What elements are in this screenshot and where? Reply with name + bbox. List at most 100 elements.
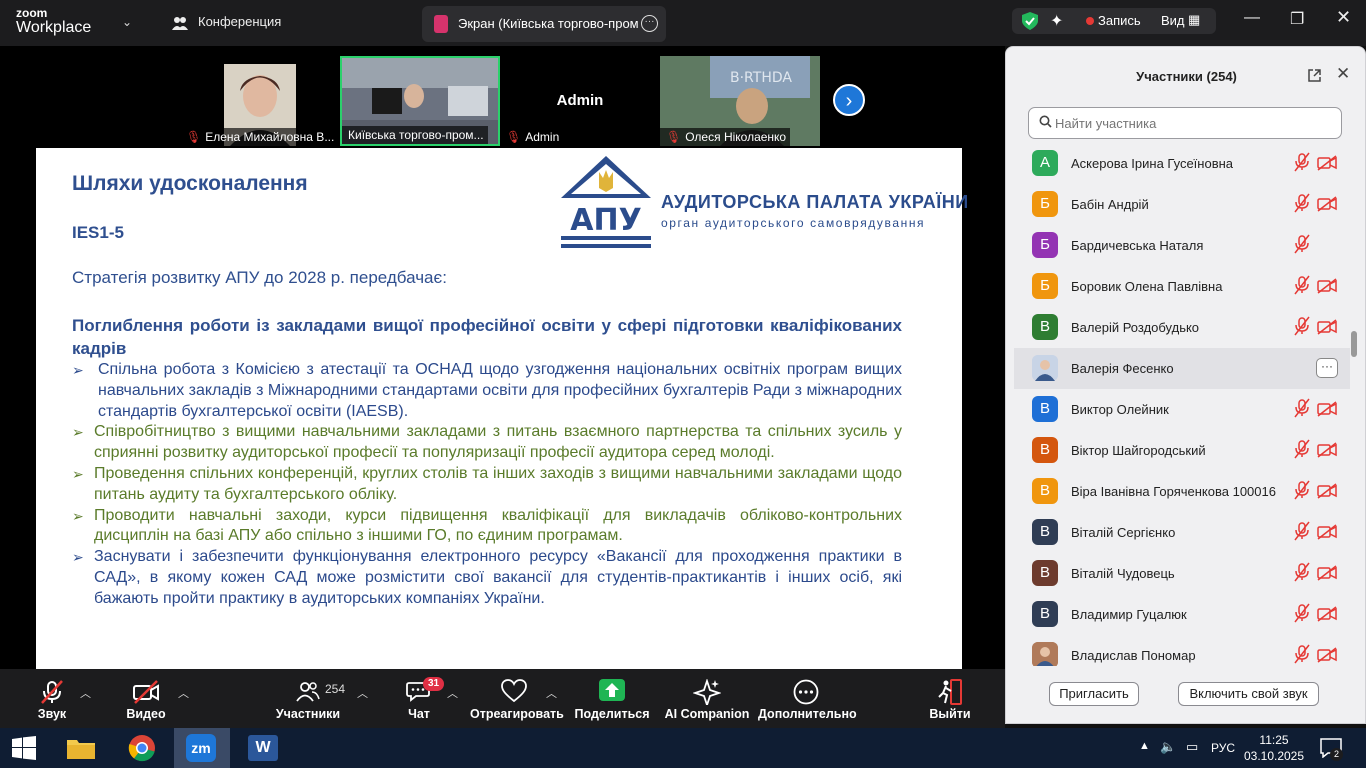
mic-muted-icon[interactable] [1294,234,1310,254]
leave-label: Выйти [929,707,971,721]
camera-off-icon[interactable] [1317,278,1337,294]
participants-panel: Участники (254) ✕ ААскерова Ірина Гусеїн… [1005,46,1366,724]
react-button[interactable]: Отреагировать [470,669,564,728]
close-panel-icon[interactable]: ✕ [1336,64,1350,84]
conference-menu[interactable]: Конференция [198,14,281,29]
video-options-caret-icon[interactable]: ︿ [178,685,189,701]
view-button[interactable]: Вид [1161,13,1185,28]
participant-row[interactable]: Владислав Пономар [1014,635,1350,666]
arrow-bullet-icon: ➢ [72,424,84,441]
camera-off-icon[interactable] [1317,196,1337,212]
video-tile[interactable]: B·RTHDA 🎙 Олеся Ніколаенко [660,56,820,146]
camera-off-icon[interactable] [1317,155,1337,171]
tile-name: Admin [525,130,560,144]
mic-muted-icon[interactable] [1294,644,1310,664]
camera-off-icon[interactable] [1317,483,1337,499]
share-screen-icon [599,679,625,701]
participant-more-button[interactable]: ··· [1316,358,1338,378]
record-button[interactable]: Запись [1098,13,1141,28]
language-indicator[interactable]: РУС [1211,741,1235,755]
unmute-self-button[interactable]: Включить свой звук [1178,682,1319,706]
taskbar-zoom[interactable]: zm [174,728,230,768]
video-button[interactable]: Видео [120,669,172,728]
speaker-icon[interactable]: 🔈 [1160,739,1176,755]
minimize-icon[interactable]: — [1244,9,1260,27]
mic-muted-icon[interactable] [1294,316,1310,336]
leave-button[interactable]: Выйти [924,669,976,728]
participant-row[interactable]: В Віра Іванівна Горяченкова 100016 [1014,471,1350,512]
participant-row[interactable]: В Валерій Роздобудько [1014,307,1350,348]
participant-row[interactable]: В Владимир Гуцалюк [1014,594,1350,635]
camera-off-icon[interactable] [1317,647,1337,663]
participant-row[interactable]: Валерія Фесенко ··· [1014,348,1350,389]
camera-off-icon[interactable] [1317,442,1337,458]
folder-icon [67,740,95,759]
participants-options-caret-icon[interactable]: ︿ [357,685,368,701]
camera-off-icon[interactable] [1317,319,1337,335]
video-tile[interactable]: Admin 🎙 Admin [500,56,660,146]
participant-name: Владимир Гуцалюк [1071,607,1187,622]
zoom-workplace-logo[interactable]: zoom Workplace [16,7,91,36]
mic-muted-icon[interactable] [1294,603,1310,623]
mic-muted-icon[interactable] [1294,193,1310,213]
participant-row[interactable]: Б Боровик Олена Павлівна [1014,266,1350,307]
video-tile-active-speaker[interactable]: Київська торгово-пром... [340,56,500,146]
participant-row[interactable]: В Виктор Олейник [1014,389,1350,430]
participant-row[interactable]: В Віталій Чудовець [1014,553,1350,594]
share-button[interactable]: Поделиться [574,669,650,728]
ai-companion-button[interactable]: AI Companion [664,669,750,728]
apu-full-name: АУДИТОРСЬКА ПАЛАТА УКРАЇНИ [661,192,969,212]
more-button[interactable]: Дополнительно [758,669,857,728]
share-label: Поделиться [574,707,650,721]
audio-options-caret-icon[interactable]: ︿ [80,685,91,701]
invite-button[interactable]: Пригласить [1049,682,1139,706]
shield-check-icon[interactable] [1022,12,1038,30]
pop-out-icon[interactable] [1307,68,1322,83]
participant-row[interactable]: Б Бабін Андрій [1014,184,1350,225]
chrome-icon [128,735,155,762]
show-hidden-icons-icon[interactable]: ▲ [1139,740,1150,752]
participant-row[interactable]: Б Бардичевська Наталя [1014,225,1350,266]
camera-off-icon[interactable] [1317,565,1337,581]
chevron-down-icon[interactable]: ⌄ [122,15,132,29]
restore-icon[interactable]: ❐ [1290,9,1304,29]
participant-row[interactable]: В Віктор Шайгородський [1014,430,1350,471]
battery-icon[interactable]: ▭ [1186,739,1198,755]
participants-button[interactable]: Участники [272,669,344,728]
mic-muted-icon[interactable] [1294,480,1310,500]
start-button[interactable] [0,728,56,768]
mic-muted-icon[interactable] [1294,275,1310,295]
slide-bullet: ➢ Співробітництво з вищими навчальними за… [72,423,902,462]
camera-off-icon[interactable] [1317,524,1337,540]
taskbar-word[interactable]: W [236,728,292,768]
participant-row[interactable]: А Аскерова Ірина Гусеїновна [1014,143,1350,184]
mic-muted-icon[interactable] [1294,439,1310,459]
camera-off-icon[interactable] [1317,606,1337,622]
taskbar-clock[interactable]: 11:25 03.10.2025 [1238,732,1310,764]
mic-muted-icon[interactable] [1294,398,1310,418]
participant-avatar [1032,642,1058,666]
next-page-button[interactable]: › [833,84,865,116]
slide-strategy-text: Стратегія розвитку АПУ до 2028 р. передб… [72,268,447,287]
participant-row[interactable]: В Віталій Сергієнко [1014,512,1350,553]
react-options-caret-icon[interactable]: ︿ [546,685,557,701]
taskbar-file-explorer[interactable] [54,728,110,768]
ai-sparkle-icon[interactable]: ✦ [1050,11,1063,31]
scrollbar-thumb[interactable] [1351,331,1357,357]
participant-name: Віталій Сергієнко [1071,525,1176,540]
mic-muted-icon[interactable] [1294,562,1310,582]
mic-muted-icon[interactable] [1294,152,1310,172]
more-options-icon[interactable]: ··· [641,15,658,32]
video-tile[interactable]: 🎙 Елена Михайловна В... [180,56,340,146]
taskbar-chrome[interactable] [114,728,170,768]
screen-share-tab[interactable]: Экран (Київська торгово-проми ··· [422,6,666,42]
participant-search-input[interactable] [1028,107,1342,139]
participants-label: Участники [275,707,341,721]
grid-view-icon[interactable]: ▦ [1188,12,1200,28]
close-icon[interactable]: ✕ [1336,7,1351,28]
mic-muted-icon[interactable] [1294,521,1310,541]
participant-avatar: В [1032,478,1058,504]
chat-options-caret-icon[interactable]: ︿ [447,685,458,701]
camera-off-icon[interactable] [1317,401,1337,417]
audio-button[interactable]: Звук [26,669,78,728]
